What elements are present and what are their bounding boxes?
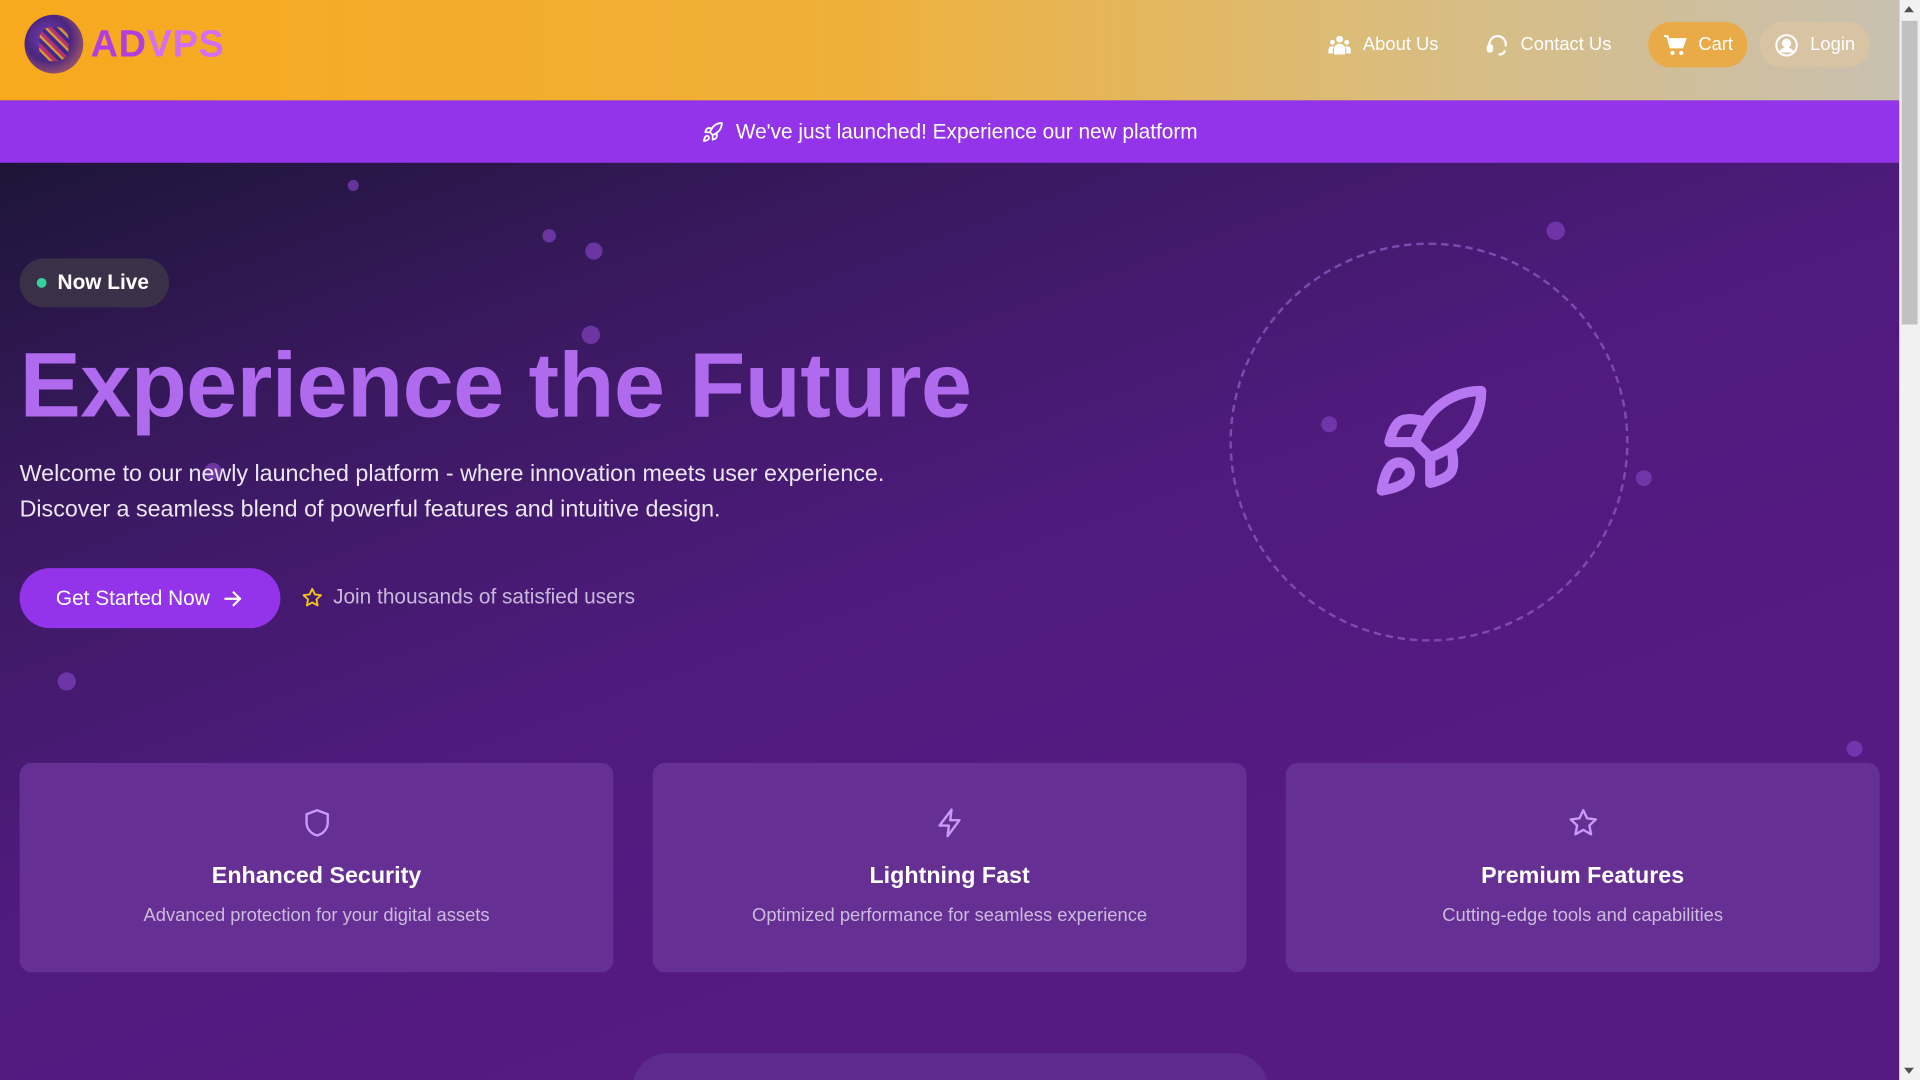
star-icon — [302, 587, 322, 607]
social-proof: Join thousands of satisfied users — [301, 585, 635, 609]
scroll-up-arrow-icon[interactable] — [1904, 6, 1914, 13]
hero-description-line-1: Welcome to our newly launched platform -… — [19, 461, 885, 488]
scroll-down-arrow-icon[interactable] — [1904, 1067, 1914, 1074]
lightning-icon — [937, 808, 961, 838]
logo-badge-icon — [24, 14, 84, 74]
brand-name: ADVPS — [91, 22, 225, 66]
brand-logo[interactable]: ADVPS — [24, 14, 225, 74]
particle — [1546, 221, 1565, 241]
feature-card-premium[interactable]: Premium Features Cutting-edge tools and … — [1285, 762, 1880, 973]
particle — [347, 180, 359, 192]
rocket-icon — [1376, 385, 1487, 496]
nav-contact-us[interactable]: Contact Us — [1465, 22, 1631, 67]
users-icon — [1328, 35, 1351, 54]
particle — [57, 672, 76, 691]
brand-name-part-1: AD — [90, 22, 147, 65]
particle — [1846, 740, 1863, 757]
cart-button-label: Cart — [1698, 34, 1734, 56]
nav-contact-us-label: Contact Us — [1520, 34, 1612, 56]
feature-subtitle: Optimized performance for seamless exper… — [752, 904, 1148, 926]
announcement-text: We've just launched! Experience our new … — [735, 119, 1198, 143]
feature-subtitle: Cutting-edge tools and capabilities — [1442, 904, 1724, 926]
get-started-button[interactable]: Get Started Now — [19, 568, 281, 629]
hero-description: Welcome to our newly launched platform -… — [20, 457, 951, 528]
cart-button[interactable]: Cart — [1648, 22, 1748, 68]
nav-about-us[interactable]: About Us — [1308, 22, 1458, 67]
status-badge-label: Now Live — [57, 270, 149, 294]
top-navbar: ADVPS About Us Contact Us Cart Login — [0, 0, 1900, 101]
feature-subtitle: Advanced protection for your digital ass… — [143, 904, 490, 926]
feature-card-speed[interactable]: Lightning Fast Optimized performance for… — [652, 762, 1247, 973]
hero-headline: Experience the Future — [19, 333, 972, 436]
rocket-icon — [702, 121, 723, 142]
particle — [542, 228, 556, 243]
feature-title: Lightning Fast — [869, 863, 1030, 889]
particle — [585, 242, 603, 260]
live-indicator-dot — [36, 277, 47, 288]
scrollbar-thumb[interactable] — [1901, 20, 1918, 325]
user-circle-icon — [1775, 33, 1799, 56]
login-button[interactable]: Login — [1759, 22, 1870, 68]
announcement-bar: We've just launched! Experience our new … — [0, 100, 1900, 163]
page: ADVPS About Us Contact Us Cart Login We'… — [0, 0, 1920, 1080]
hero-section: Now Live Experience the Future Welcome t… — [0, 162, 1900, 1080]
hero-description-line-2: Discover a seamless blend of powerful fe… — [19, 497, 721, 523]
feature-card-security[interactable]: Enhanced Security Advanced protection fo… — [19, 762, 614, 973]
feature-title: Premium Features — [1481, 863, 1685, 889]
get-started-button-label: Get Started Now — [55, 585, 210, 610]
cart-icon — [1663, 34, 1687, 55]
vertical-scrollbar[interactable] — [1899, 0, 1920, 1080]
headset-icon — [1486, 34, 1507, 56]
bottom-section-pill — [631, 1053, 1269, 1080]
login-button-label: Login — [1810, 34, 1856, 56]
shield-icon — [304, 809, 329, 837]
arrow-right-icon — [224, 590, 242, 606]
social-proof-text: Join thousands of satisfied users — [333, 585, 636, 609]
nav-about-us-label: About Us — [1362, 34, 1439, 56]
feature-title: Enhanced Security — [211, 863, 422, 889]
status-badge: Now Live — [19, 258, 169, 308]
particle — [1635, 470, 1652, 487]
main-nav: About Us Contact Us Cart Login — [1308, 22, 1870, 68]
brand-name-part-2: VPS — [146, 22, 225, 65]
star-icon — [1568, 809, 1597, 836]
